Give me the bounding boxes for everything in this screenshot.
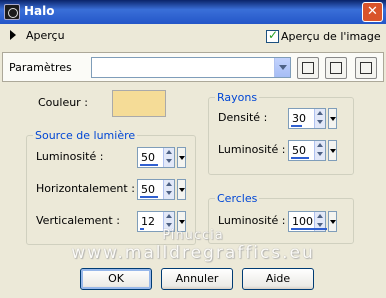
checkbox-checked-icon[interactable]: [266, 28, 279, 43]
presets-dropdown[interactable]: [91, 57, 291, 78]
light-vertical-value: 12: [141, 215, 155, 228]
circles-legend: Cercles: [215, 192, 260, 205]
reset-button[interactable]: [355, 57, 377, 79]
rays-density-value: 30: [292, 112, 306, 125]
rays-brightness-value: 50: [292, 144, 306, 157]
light-horizontal-value: 50: [141, 183, 155, 196]
rays-density-spinner[interactable]: 30: [288, 108, 326, 129]
value-bar: [140, 196, 158, 198]
light-horizontal-label: Horizontalement :: [36, 182, 135, 195]
circles-brightness-label: Luminosité :: [218, 214, 286, 227]
rays-brightness-spinner[interactable]: 50: [288, 140, 326, 161]
rays-density-dropdown[interactable]: [328, 108, 337, 129]
spin-arrows-icon[interactable]: [314, 141, 325, 160]
rays-brightness-label: Luminosité :: [218, 143, 286, 156]
colour-label: Couleur :: [38, 96, 88, 109]
watermark-line2: www.malldregraffics.eu: [71, 243, 315, 263]
light-source-legend: Source de lumière: [33, 129, 138, 142]
spin-arrows-icon[interactable]: [163, 180, 174, 199]
watermark-line1: Pinuccia: [162, 228, 224, 243]
dice-icon: [330, 62, 342, 74]
light-brightness-spinner[interactable]: 50: [137, 147, 175, 168]
app-icon: [4, 4, 20, 20]
preview-toggle-label[interactable]: Aperçu: [26, 29, 65, 42]
value-bar: [291, 157, 309, 159]
presets-label: Paramètres: [9, 61, 72, 74]
expand-arrow-icon[interactable]: [10, 30, 16, 40]
image-preview-checkbox[interactable]: Aperçu de l'image: [266, 28, 381, 43]
light-horizontal-dropdown[interactable]: [177, 179, 186, 200]
rays-legend: Rayons: [215, 91, 260, 104]
circles-brightness-value: 100: [292, 215, 313, 228]
light-vertical-label: Verticalement :: [36, 214, 120, 227]
light-horizontal-spinner[interactable]: 50: [137, 179, 175, 200]
title-bar: Halo ✕: [0, 0, 386, 24]
presets-bar: Paramètres: [2, 52, 384, 82]
spin-arrows-icon[interactable]: [314, 109, 325, 128]
value-bar: [140, 164, 158, 166]
save-icon: [302, 62, 314, 74]
light-brightness-value: 50: [141, 151, 155, 164]
watermark: Pinuccia www.malldregraffics.eu: [0, 228, 386, 263]
value-bar: [291, 125, 302, 127]
cancel-button[interactable]: Annuler: [161, 268, 233, 290]
spin-arrows-icon[interactable]: [163, 148, 174, 167]
save-preset-button[interactable]: [297, 57, 319, 79]
randomize-button[interactable]: [325, 57, 347, 79]
rays-density-label: Densité :: [218, 111, 268, 124]
light-brightness-dropdown[interactable]: [177, 147, 186, 168]
window-title: Halo: [24, 4, 55, 18]
chevron-down-icon[interactable]: [274, 58, 290, 77]
close-button[interactable]: ✕: [362, 2, 383, 22]
ok-button[interactable]: OK: [80, 268, 152, 290]
image-preview-label: Aperçu de l'image: [281, 29, 381, 43]
light-brightness-label: Luminosité :: [36, 150, 104, 163]
reset-icon: [360, 62, 372, 74]
preview-row: Aperçu Aperçu de l'image: [0, 25, 386, 47]
rays-brightness-dropdown[interactable]: [328, 140, 337, 161]
help-button[interactable]: Aide: [242, 268, 314, 290]
colour-swatch[interactable]: [112, 90, 166, 117]
